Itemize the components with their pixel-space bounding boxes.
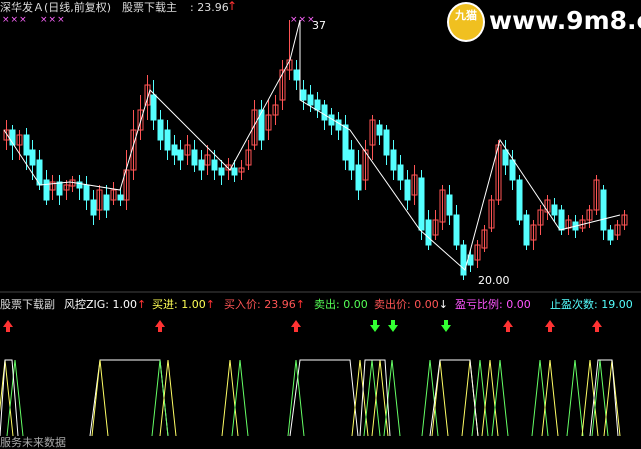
candle-body [103,194,110,211]
signal-spike [91,359,109,437]
candle-body [453,214,460,246]
sub-item-6: 止盈次数: 19.00 [550,298,633,311]
candle-body [177,149,184,161]
kline-chart [0,19,641,437]
up-arrow-icon [503,320,513,332]
price-low-label: 20.00 [478,274,510,287]
sub-item-1: 买进: 1.00↑ [152,298,215,311]
candle-body [211,159,218,171]
down-arrow-icon [370,320,380,332]
candle-body [446,194,453,216]
sub-item-5: 盈亏比例: 0.00 [455,298,531,311]
candle-body [397,164,404,181]
candle-body [551,204,558,216]
down-arrow-icon [388,320,398,332]
candle-body [293,69,300,81]
cross-mark-icon: ××× [40,15,66,25]
candle-body [157,119,164,141]
sub-item-2: 买入价: 23.96↑ [224,298,305,311]
candle-body [90,199,97,216]
candle-body [418,177,425,231]
signal-spike [287,359,305,437]
candle-body [218,167,225,176]
candle-body [390,149,397,171]
watermark: 九猫 www.9m8.cn [447,2,641,42]
candle-body [171,144,178,156]
sub-indicator-name: 股票下载副 [0,298,55,311]
price-high-label: 37 [312,19,326,32]
candle-body [117,194,124,201]
candle-body [342,124,349,161]
candle-body [231,167,238,176]
watermark-text: www.9m8.cn [489,6,641,35]
candle-body [150,94,157,121]
up-arrow-icon [592,320,602,332]
up-arrow-icon [3,320,13,332]
stock-name: 深华发Ａ(日线,前复权) [0,1,112,14]
candle-body [43,179,50,201]
candle-body [516,179,523,221]
candle-body [502,149,509,166]
candle-body [300,89,307,101]
candle-body [198,159,205,171]
candle-body [600,189,607,231]
up-arrow-icon [291,320,301,332]
candle-body [29,149,36,166]
candle-body [425,219,432,246]
down-arrow-icon: ↓ [438,298,448,311]
up-arrow-icon: ↑ [227,0,238,13]
candle-body [383,129,390,156]
candle-body [558,209,565,231]
down-arrow-icon [441,320,451,332]
candle-body [164,129,171,151]
candle-body [83,184,90,201]
signal-spike [151,359,169,437]
candle-body [307,94,314,106]
candle-body [191,149,198,166]
candle-body [404,179,411,201]
signal-spike [159,359,177,437]
candle-body [607,229,614,241]
indicator-main-name: 股票下载主 [122,1,177,14]
sub-item-3: 卖出: 0.00 [314,298,368,311]
up-arrow-icon: ↑ [137,298,147,311]
candle-body [314,99,321,111]
up-arrow-icon [545,320,555,332]
cross-mark-icon: ××× [2,15,28,25]
footer-text: 服务未来数据 [0,436,66,449]
candle-body [348,149,355,171]
sub-item-0: 风控ZIG: 1.00↑ [64,298,147,311]
watermark-logo-icon: 九猫 [447,2,485,42]
sub-item-4: 卖出价: 0.00↓ [374,298,448,311]
up-arrow-icon: ↑ [205,298,215,311]
candle-body [523,214,530,246]
candle-body [376,124,383,136]
up-arrow-icon [155,320,165,332]
signal-spike [566,359,584,437]
candle-body [509,159,516,181]
candle-body [321,104,328,121]
candle-body [355,164,362,191]
up-arrow-icon: ↑ [295,298,305,311]
candle-body [56,181,63,196]
indicator-main-value: : 23.96 [190,1,229,14]
candle-body [23,134,30,156]
